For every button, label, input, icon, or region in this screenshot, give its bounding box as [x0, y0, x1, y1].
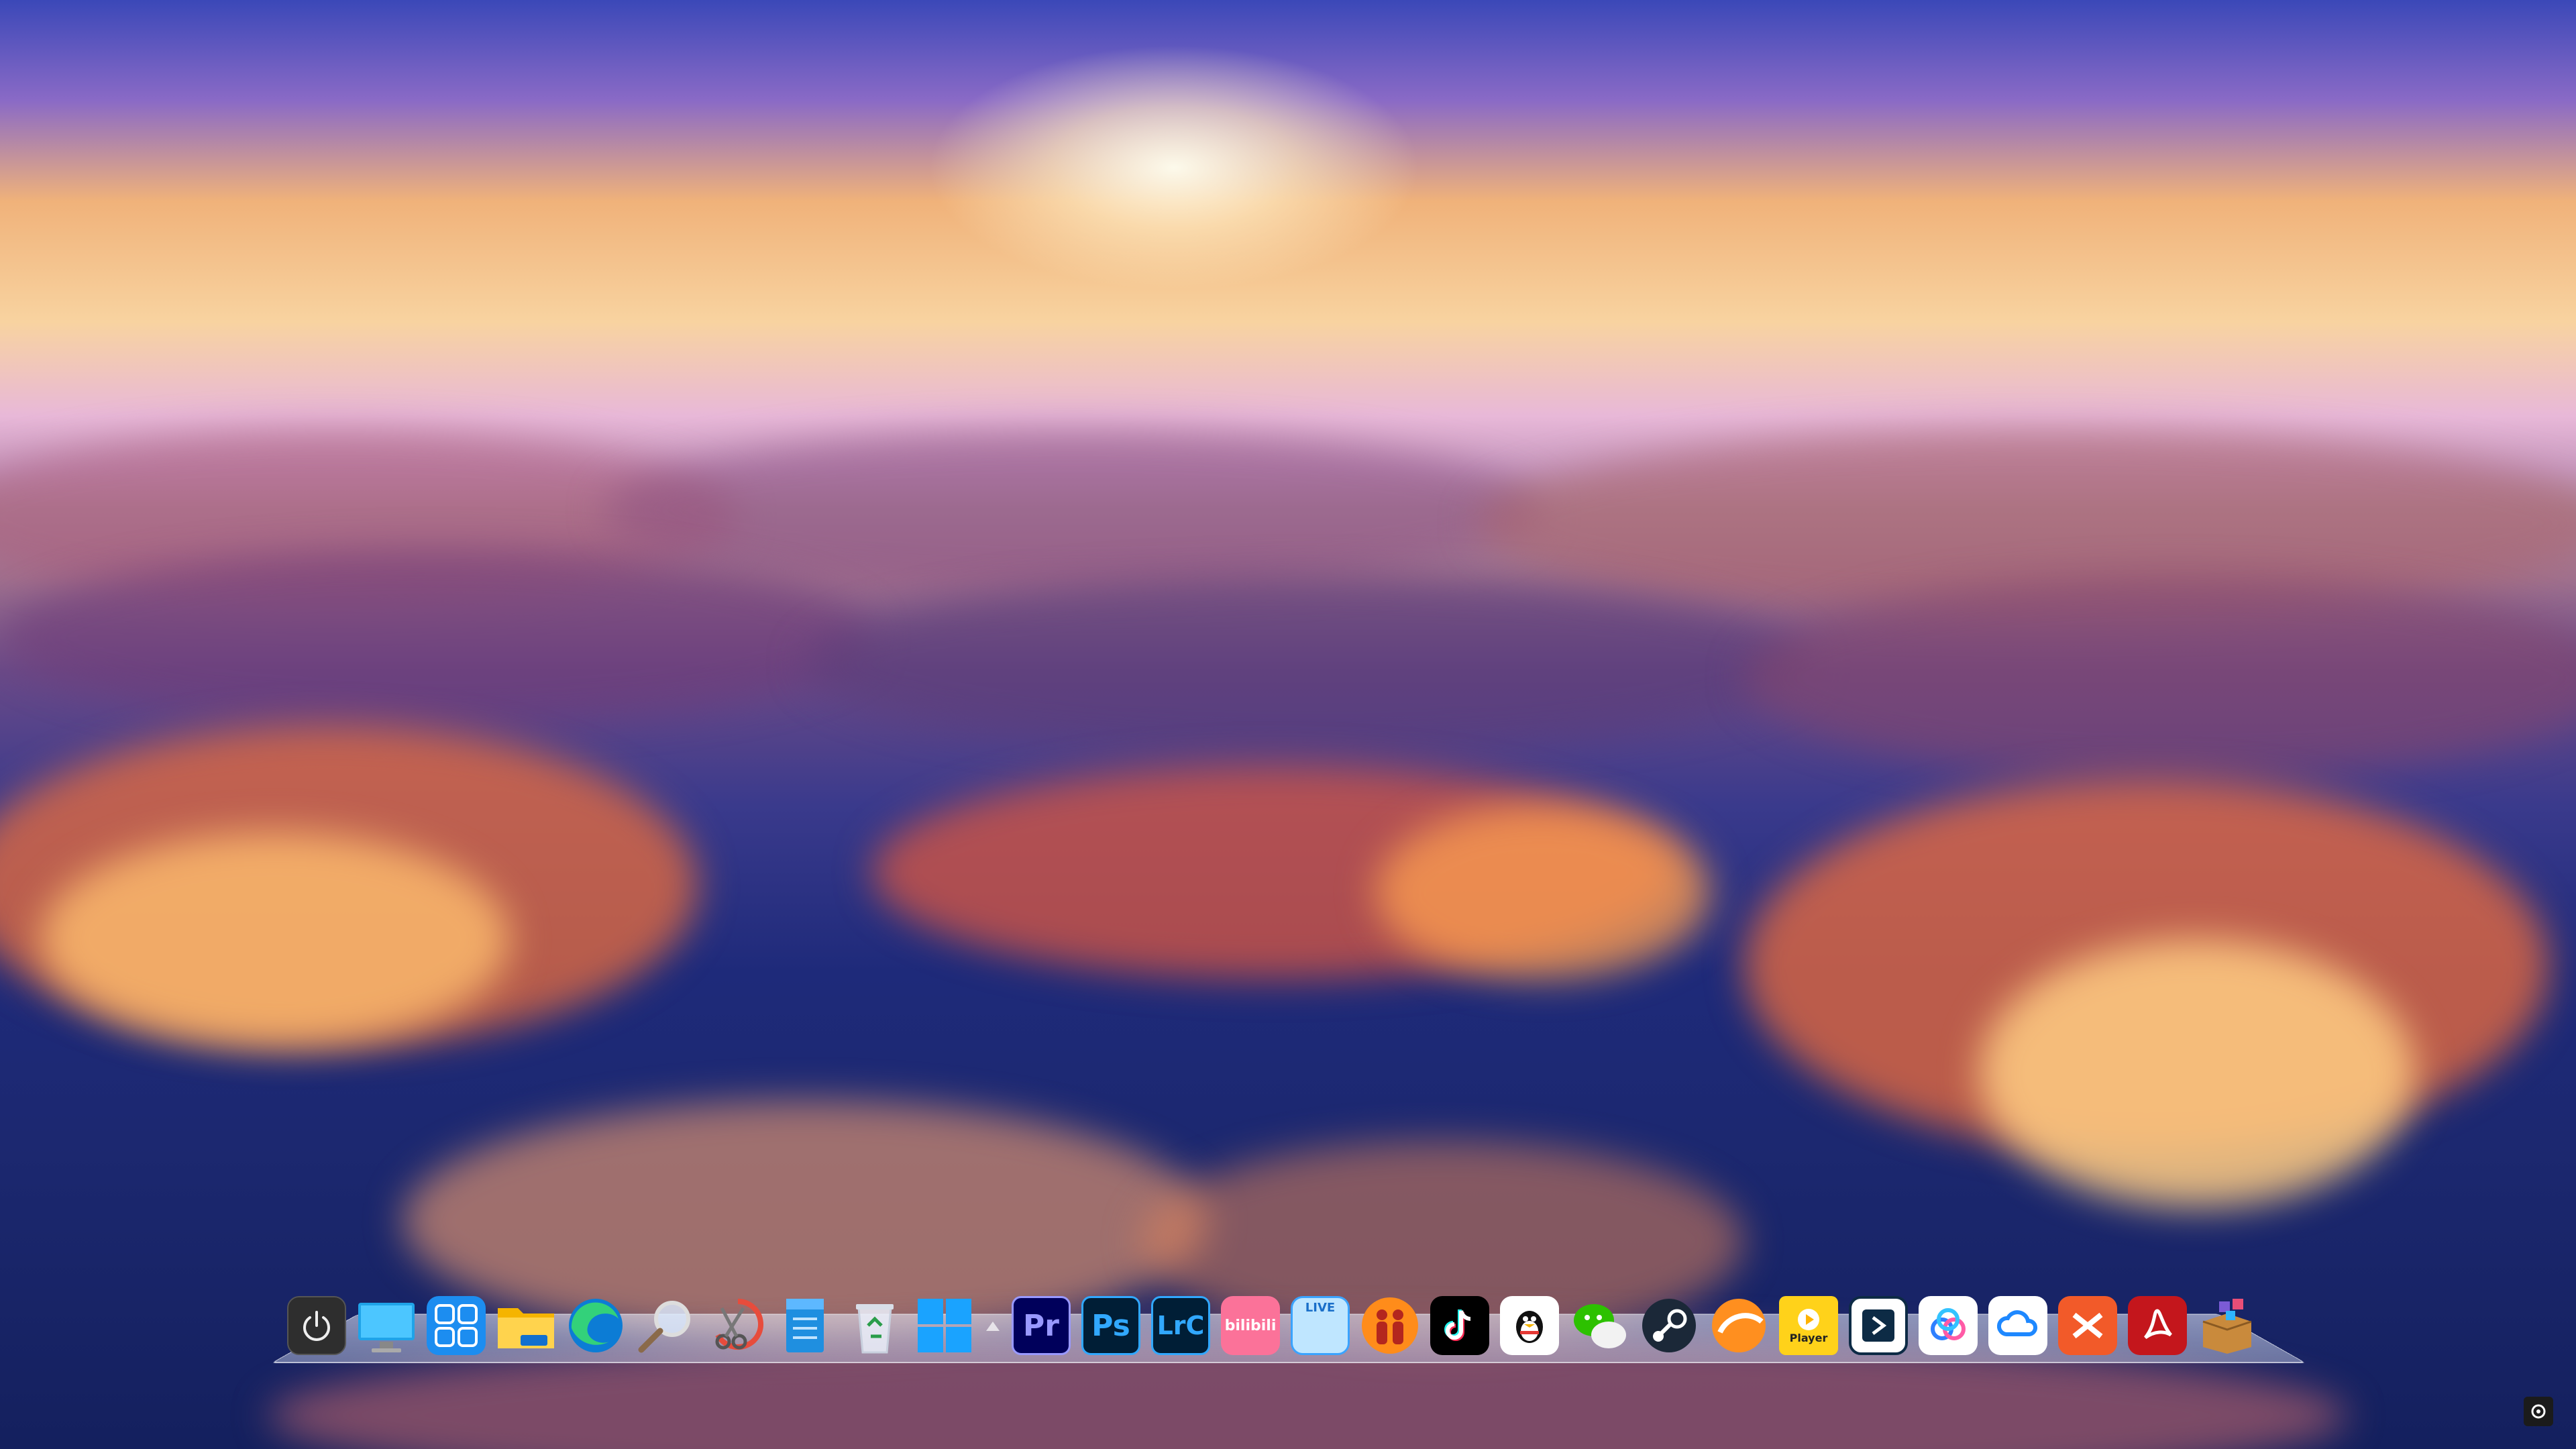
- acrobat[interactable]: [2123, 1291, 2192, 1360]
- qq[interactable]: [1495, 1291, 1564, 1360]
- penguin-icon: [1516, 1311, 1543, 1343]
- couple-icon: [1362, 1297, 1418, 1354]
- photoshop[interactable]: Ps: [1076, 1291, 1146, 1360]
- cloud-icon: [1997, 1310, 2037, 1336]
- remote-icon: [1862, 1309, 1894, 1342]
- edge-icon: [569, 1299, 623, 1352]
- this-pc[interactable]: [352, 1291, 421, 1360]
- premiere-pro[interactable]: Pr: [1006, 1291, 1076, 1360]
- bilibili-icon: bilibili: [1224, 1317, 1277, 1334]
- notepad-icon: [786, 1299, 824, 1352]
- recycle-bin[interactable]: [840, 1291, 910, 1360]
- monitor-icon: [358, 1303, 415, 1352]
- power-icon: [303, 1311, 330, 1341]
- bilibili[interactable]: bilibili: [1216, 1291, 1285, 1360]
- bilibili-live[interactable]: LIVE: [1285, 1291, 1355, 1360]
- triangle-indicator-icon: [986, 1322, 1000, 1331]
- wechat-icon: [1574, 1304, 1626, 1348]
- windows-icon: [918, 1299, 971, 1352]
- premiere-icon: Pr: [1023, 1308, 1059, 1343]
- tiktok[interactable]: [1425, 1291, 1495, 1360]
- thunder[interactable]: [1704, 1291, 1774, 1360]
- lightroom-classic[interactable]: LrC: [1146, 1291, 1216, 1360]
- player-icon: [1798, 1308, 1819, 1330]
- grid-icon: [435, 1304, 478, 1347]
- scissors-icon: [715, 1299, 763, 1350]
- steam-icon: [1642, 1299, 1696, 1352]
- baidu-netdisk[interactable]: [1913, 1291, 1983, 1360]
- tiktok-icon: [1444, 1309, 1471, 1341]
- notepad[interactable]: [770, 1291, 840, 1360]
- dock: Pr Ps LrC bilibili LIVE Player: [282, 1287, 2262, 1360]
- couple-app[interactable]: [1355, 1291, 1425, 1360]
- xmind-icon: [2072, 1312, 2103, 1339]
- power-button[interactable]: [282, 1291, 352, 1360]
- recycle-bin-icon: [856, 1304, 894, 1354]
- dock-separator: [979, 1291, 1006, 1360]
- lightroom-icon: LrC: [1157, 1311, 1205, 1340]
- control-panel[interactable]: [421, 1291, 491, 1360]
- start-menu[interactable]: [910, 1291, 979, 1360]
- snipping-tool[interactable]: [700, 1291, 770, 1360]
- edge[interactable]: [561, 1291, 631, 1360]
- xmind[interactable]: [2053, 1291, 2123, 1360]
- player-label: Player: [1789, 1331, 1828, 1344]
- search[interactable]: [631, 1291, 700, 1360]
- folder-icon: [498, 1308, 554, 1348]
- remote-desktop[interactable]: [1843, 1291, 1913, 1360]
- cloud-ring-icon: [1931, 1308, 1966, 1340]
- pdf-icon: [2143, 1309, 2172, 1340]
- wechat[interactable]: [1564, 1291, 1634, 1360]
- cloud-drive[interactable]: [1983, 1291, 2053, 1360]
- screen-capture-button[interactable]: [2524, 1397, 2553, 1426]
- app-box[interactable]: [2192, 1291, 2262, 1360]
- desktop-wallpaper: [0, 0, 2576, 1449]
- capture-icon: [2531, 1404, 2546, 1419]
- video-player[interactable]: Player: [1774, 1291, 1843, 1360]
- live-icon: LIVE: [1305, 1301, 1336, 1315]
- magnifier-icon: [638, 1301, 690, 1353]
- photoshop-icon: Ps: [1091, 1308, 1130, 1343]
- orange-circle-icon: [1712, 1299, 1766, 1352]
- steam[interactable]: [1634, 1291, 1704, 1360]
- file-explorer[interactable]: [491, 1291, 561, 1360]
- box-icon: [2202, 1299, 2252, 1354]
